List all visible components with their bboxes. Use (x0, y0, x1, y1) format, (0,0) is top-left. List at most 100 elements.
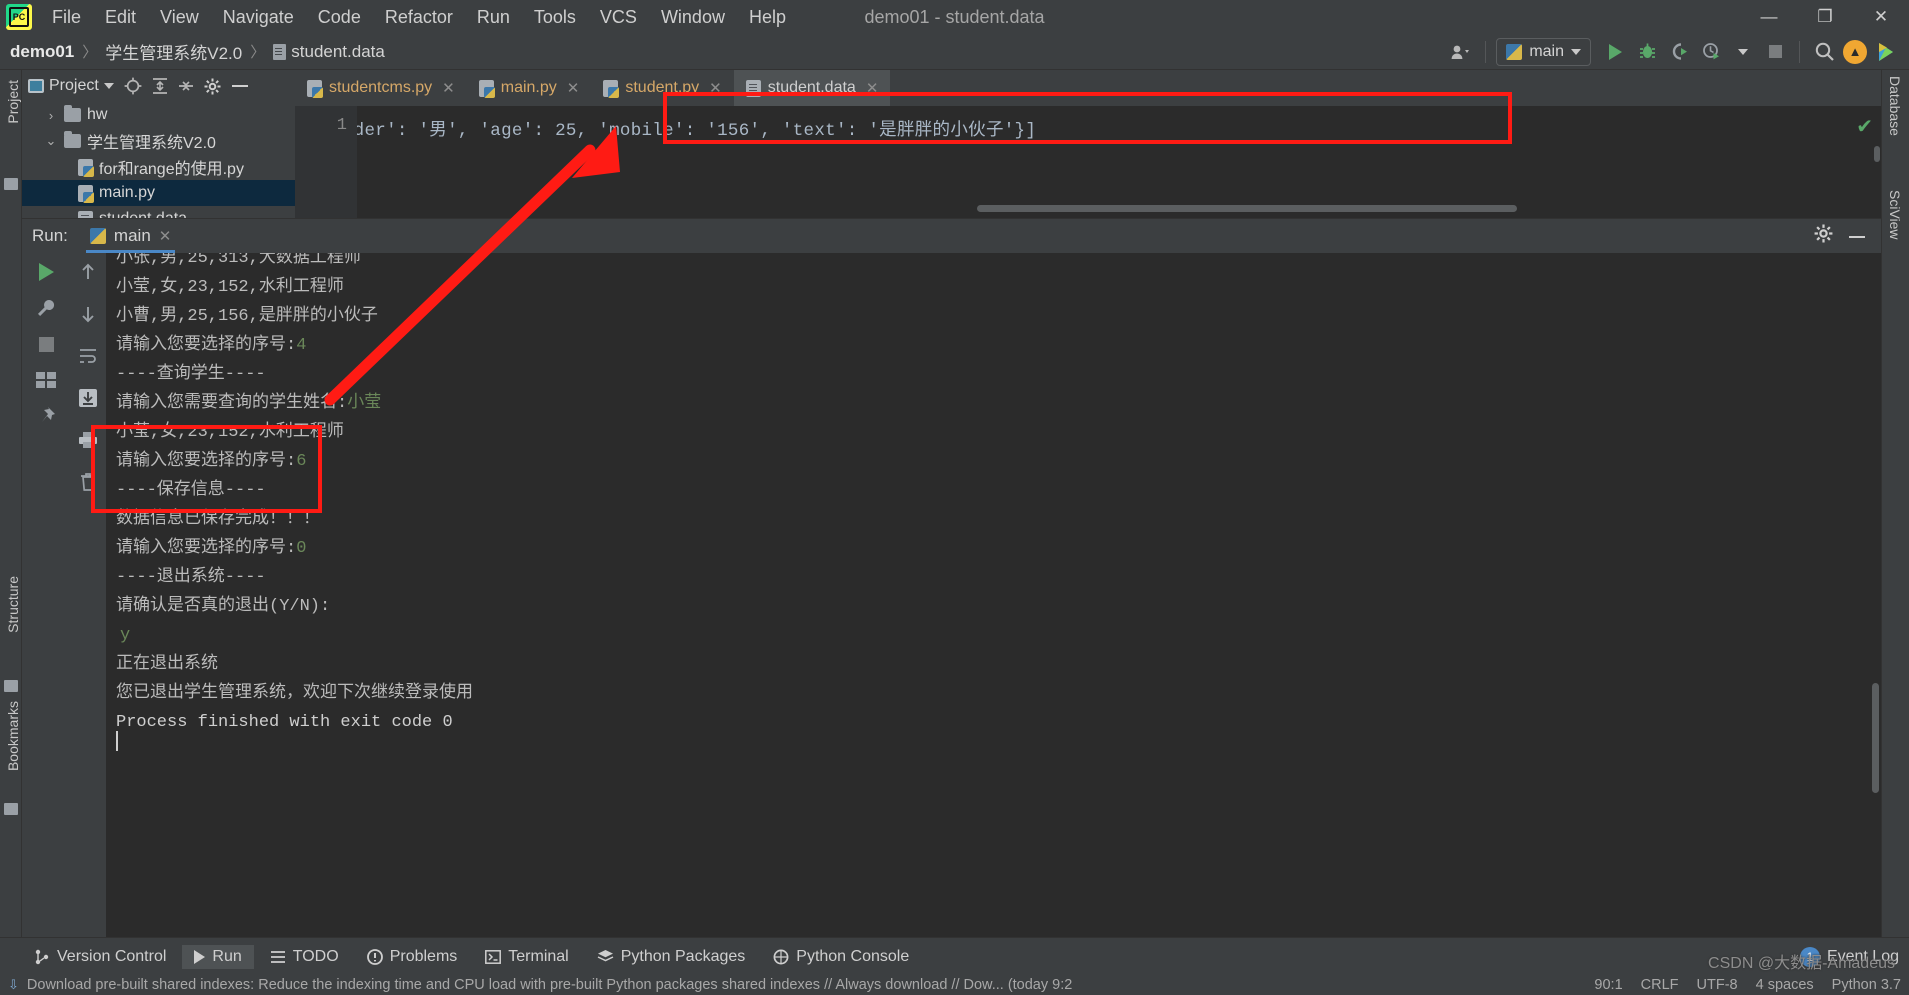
wrap-text-icon[interactable] (79, 345, 97, 367)
print-icon[interactable] (78, 429, 98, 451)
editor-body[interactable]: 1 ': '152', 'text': '水利工程师'}, {'name': '… (295, 106, 1881, 218)
minimize-icon[interactable]: — (1741, 0, 1797, 34)
breadcrumb-item-folder[interactable]: 学生管理系统V2.0 (105, 39, 242, 64)
sidebar-item-structure[interactable]: Structure (2, 570, 24, 639)
close-icon[interactable]: ✕ (567, 79, 580, 97)
search-icon[interactable] (1810, 38, 1839, 66)
indent-setting[interactable]: 4 spaces (1756, 977, 1814, 993)
menu-code[interactable]: Code (306, 5, 373, 30)
editor-horizontal-scrollbar[interactable] (977, 205, 1517, 212)
layout-icon[interactable] (36, 369, 56, 391)
menu-tools[interactable]: Tools (522, 5, 588, 30)
down-arrow-icon[interactable] (80, 303, 96, 325)
run-button[interactable] (1601, 38, 1629, 66)
file-encoding[interactable]: UTF-8 (1697, 977, 1738, 993)
breadcrumb-file-label: student.data (291, 41, 385, 61)
python-interpreter[interactable]: Python 3.7 (1832, 977, 1901, 993)
gear-icon[interactable] (1814, 224, 1833, 248)
locate-icon[interactable] (124, 77, 142, 95)
trash-icon[interactable] (79, 471, 97, 493)
hide-icon[interactable] (1847, 227, 1867, 245)
menu-run[interactable]: Run (465, 5, 522, 30)
menu-edit[interactable]: Edit (93, 5, 148, 30)
caret-position[interactable]: 90:1 (1594, 977, 1622, 993)
run-configuration-selector[interactable]: main (1496, 37, 1591, 66)
close-icon[interactable]: ✕ (442, 79, 455, 97)
line-separator[interactable]: CRLF (1641, 977, 1679, 993)
run-actions-left (22, 253, 70, 957)
sidebar-item-project[interactable]: Project (2, 74, 24, 130)
project-panel-title[interactable]: Project (28, 77, 114, 95)
chevron-down-icon (103, 83, 114, 89)
tree-item-label: 学生管理系统V2.0 (87, 135, 216, 152)
bottom-tab-label: TODO (292, 947, 339, 965)
tree-item-main-py[interactable]: main.py (22, 180, 295, 206)
menu-navigate[interactable]: Navigate (211, 5, 306, 30)
maximize-icon[interactable]: ❐ (1797, 0, 1853, 34)
console-output[interactable]: 小张,男,25,313,大数据工程师 小莹,女,23,152,水利工程师 小曹,… (106, 253, 1881, 957)
console-line-3: 请输入您要选择的序号:4 (116, 336, 307, 355)
watermark: CSDN @大数据-Amadeus (1708, 955, 1895, 972)
bottom-tab-terminal[interactable]: Terminal (473, 945, 580, 969)
run-tab-main[interactable]: main ✕ (82, 219, 179, 253)
status-message[interactable]: Download pre-built shared indexes: Reduc… (27, 977, 1072, 993)
pin-icon[interactable] (36, 405, 56, 427)
bottom-tab-python-packages[interactable]: Python Packages (585, 945, 758, 969)
bottom-tab-version-control[interactable]: Version Control (22, 945, 178, 969)
code-view[interactable]: ': '152', 'text': '水利工程师'}, {'name': '小曹… (357, 106, 1881, 218)
wrench-icon[interactable] (36, 297, 56, 319)
close-icon[interactable]: ✕ (1853, 0, 1909, 34)
chevron-down-icon[interactable]: ⌄ (44, 133, 58, 149)
profiler-button[interactable] (1697, 38, 1725, 66)
user-icon[interactable] (1447, 38, 1475, 66)
python-file-icon (78, 158, 94, 177)
debug-button[interactable] (1633, 38, 1661, 66)
tab-main-py[interactable]: main.py ✕ (467, 70, 592, 106)
tree-item-label: for和range的使用.py (99, 161, 244, 178)
tab-student-data[interactable]: student.data ✕ (733, 70, 891, 106)
update-arrow-icon[interactable]: ▲ (1843, 39, 1867, 64)
chevron-right-icon[interactable]: › (44, 108, 58, 123)
hide-icon[interactable] (231, 83, 249, 89)
logo-text: PC (12, 12, 26, 22)
editor-vertical-scrollbar[interactable] (1874, 146, 1880, 162)
sidebar-item-sciview[interactable]: SciView (1887, 190, 1903, 240)
bottom-tab-run[interactable]: Run (182, 944, 254, 969)
tree-item-hw[interactable]: › hw (22, 102, 295, 128)
check-mark-icon[interactable]: ✔ (1856, 114, 1873, 139)
expand-all-icon[interactable] (152, 78, 168, 94)
close-icon[interactable]: ✕ (159, 227, 172, 245)
tab-studentcms-py[interactable]: studentcms.py ✕ (295, 70, 467, 106)
up-arrow-icon[interactable] (80, 261, 96, 283)
console-line-1: 小莹,女,23,152,水利工程师 (116, 278, 344, 297)
scroll-end-icon[interactable] (78, 387, 98, 409)
coverage-button[interactable] (1665, 38, 1693, 66)
bottom-tab-python-console[interactable]: Python Console (761, 945, 921, 969)
tree-item-label: main.py (99, 184, 156, 201)
tab-student-py[interactable]: student.py ✕ (591, 70, 733, 106)
close-icon[interactable]: ✕ (866, 79, 879, 97)
profiler-dropdown-icon[interactable] (1729, 38, 1757, 66)
plugin-icon[interactable] (1871, 38, 1901, 66)
sidebar-item-bookmarks[interactable]: Bookmarks (2, 695, 24, 777)
menu-view[interactable]: View (148, 5, 211, 30)
gear-icon[interactable] (204, 78, 221, 95)
rerun-icon[interactable] (38, 261, 54, 283)
menu-vcs[interactable]: VCS (588, 5, 649, 30)
menu-window[interactable]: Window (649, 5, 737, 30)
menu-help[interactable]: Help (737, 5, 798, 30)
menu-refactor[interactable]: Refactor (373, 5, 465, 30)
stop-icon[interactable] (38, 333, 54, 355)
close-icon[interactable]: ✕ (709, 79, 722, 97)
sidebar-item-database[interactable]: Database (1887, 76, 1903, 136)
tree-item-folder-student-system[interactable]: ⌄ 学生管理系统V2.0 (22, 128, 295, 154)
bottom-tab-todo[interactable]: TODO (258, 945, 351, 969)
bottom-tab-problems[interactable]: Problems (355, 945, 470, 969)
menu-file[interactable]: File (40, 5, 93, 30)
tree-item-for-range-py[interactable]: for和range的使用.py (22, 154, 295, 180)
breadcrumb-item-file[interactable]: student.data (273, 42, 385, 62)
stop-button[interactable] (1761, 38, 1789, 66)
collapse-all-icon[interactable] (178, 78, 194, 94)
console-vertical-scrollbar[interactable] (1872, 683, 1879, 793)
breadcrumb-item-project[interactable]: demo01 (10, 42, 74, 62)
